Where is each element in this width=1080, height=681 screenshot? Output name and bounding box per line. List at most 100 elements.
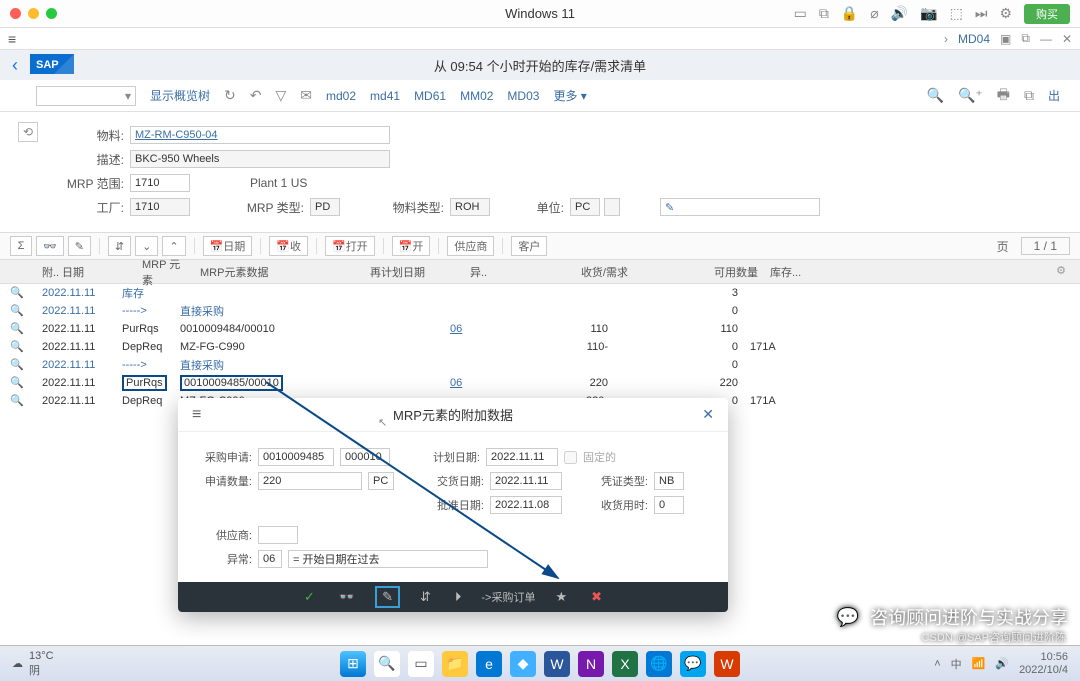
nav-icon[interactable]: ⏵ [451,587,466,607]
detail-icon[interactable]: 🔍 [10,304,24,317]
sap-app-icon[interactable]: ◆ [510,651,536,677]
edge2-icon[interactable]: 🌐 [646,651,672,677]
excel-icon[interactable]: X [612,651,638,677]
buy-button[interactable]: 购买 [1024,4,1070,24]
col-exception[interactable]: 异.. [464,264,494,280]
glasses-icon[interactable]: 👓 [36,236,64,256]
table-row[interactable]: 🔍2022.11.11PurRqs0010009485/000100622022… [0,374,1080,392]
detail-icon[interactable]: 🔍 [10,376,24,389]
col-available-qty[interactable]: 可用数量 [634,264,764,280]
open2-button[interactable]: 📅 开 [392,236,431,256]
mm02-link[interactable]: MM02 [460,89,493,103]
refresh-icon[interactable]: ↻ [224,87,236,104]
print-icon[interactable]: 🖶 [997,84,1010,108]
clock[interactable]: 10:562022/10/4 [1019,651,1068,675]
onenote-icon[interactable]: N [578,651,604,677]
nav-forward-icon[interactable]: › [944,32,948,46]
collapse-icon[interactable]: ⟲ [18,122,38,142]
ok-icon[interactable]: ✓ [300,587,319,607]
chat-icon[interactable]: 💬 [680,651,706,677]
detail-icon[interactable]: 🔍 [10,394,24,407]
close-window-icon[interactable] [10,8,21,19]
sound-icon[interactable]: 🔊 [891,5,908,22]
record-icon[interactable]: ⬚ [950,5,963,22]
open-button[interactable]: 📅 打开 [325,236,375,256]
vendor-button[interactable]: 供应商 [447,236,494,256]
new-window-icon[interactable]: ⧉ [1024,87,1034,104]
gear-icon[interactable]: ⚙ [999,5,1012,22]
table-row[interactable]: 🔍2022.11.11----->直接采购0 [0,302,1080,320]
cancel-icon[interactable]: ✖ [587,587,606,607]
collapse-all-icon[interactable]: ⌄ [135,236,158,256]
taskview-icon[interactable]: ▭ [408,651,434,677]
deldate-field[interactable]: 2022.11.11 [490,472,562,490]
edge-icon[interactable]: e [476,651,502,677]
start-icon[interactable]: ⊞ [340,651,366,677]
window-restore-icon[interactable]: ⧉ [1021,31,1030,46]
edit-highlighted-icon[interactable]: ✎ [375,586,400,608]
pr-number-field[interactable]: 0010009485 [258,448,334,466]
table-row[interactable]: 🔍2022.11.11DepReqMZ-FG-C990110-0171A [0,338,1080,356]
back-button[interactable]: ‹ [12,55,18,76]
sum-icon[interactable]: Σ [10,236,32,256]
skip-icon[interactable]: ⏭ [975,5,988,22]
tray-chevron-icon[interactable]: ˄ [934,658,940,670]
mail-icon[interactable]: ✉ [300,87,312,104]
reldate-field[interactable]: 2022.11.08 [490,496,562,514]
table-row[interactable]: 🔍2022.11.11----->直接采购0 [0,356,1080,374]
grid-settings-icon[interactable]: ⚙ [1056,264,1066,277]
popup-menu-icon[interactable]: ≡ [192,406,201,424]
weather-widget[interactable]: ☁ 13°C阴 [12,650,54,678]
wps-icon[interactable]: W [714,651,740,677]
detail-icon[interactable]: 🔍 [10,358,24,371]
date-filter-button[interactable]: 📅 日期 [203,236,253,256]
search-taskbar-icon[interactable]: 🔍 [374,651,400,677]
action-button[interactable]: ✎ [660,198,820,216]
search-plus-icon[interactable]: 🔍⁺ [958,87,983,104]
maximize-window-icon[interactable] [46,8,57,19]
col-storage[interactable]: 库存... [764,264,824,280]
vendor-field[interactable] [258,526,298,544]
pr-item-field[interactable]: 000010 [340,448,390,466]
command-input[interactable] [36,86,136,106]
receipt-button[interactable]: 📅 收 [269,236,308,256]
po-link[interactable]: ->采购订单 [481,589,535,605]
star-icon[interactable]: ★ [551,587,571,607]
material-field[interactable]: MZ-RM-C950-04 [130,126,390,144]
detail-icon[interactable]: 🔍 [10,340,24,353]
qty-field[interactable]: 220 [258,472,362,490]
back-arrow-icon[interactable]: ↶ [250,87,262,104]
md61-link[interactable]: MD61 [414,89,446,103]
plandate-field[interactable]: 2022.11.11 [486,448,558,466]
disk-icon[interactable]: ⌀ [870,5,878,22]
expand-all-icon[interactable]: ⌃ [162,236,185,256]
ime-icon[interactable]: 中 [951,656,962,672]
search-icon[interactable]: 🔍 [927,87,944,104]
tablet-icon[interactable]: ⧉ [819,5,829,22]
tree-icon[interactable]: ⇵ [108,236,131,256]
volume-icon[interactable]: 🔊 [995,657,1009,670]
mrparea-field[interactable]: 1710 [130,174,190,192]
close-icon[interactable]: — [1040,32,1052,46]
exit-link[interactable]: 出 [1048,87,1060,104]
camera-icon[interactable]: 📷 [920,5,937,22]
hamburger-icon[interactable]: ≡ [8,31,16,47]
explorer-icon[interactable]: 📁 [442,651,468,677]
col-replan[interactable]: 再计划日期 [364,264,464,280]
col-receipt-req[interactable]: 收货/需求 [494,264,634,280]
md41-link[interactable]: md41 [370,89,400,103]
col-attach[interactable]: 附.. [36,264,56,280]
filter-icon[interactable]: ▽ [275,87,286,104]
edit-icon[interactable]: ✎ [68,236,91,256]
popup-close-button[interactable]: ✕ [702,406,714,423]
col-date[interactable]: 日期 [56,264,136,280]
table-row[interactable]: 🔍2022.11.11库存3 [0,284,1080,302]
customer-button[interactable]: 客户 [511,236,547,256]
minimize-window-icon[interactable] [28,8,39,19]
col-mrp-data[interactable]: MRP元素数据 [194,264,364,280]
md02-link[interactable]: md02 [326,89,356,103]
detail-icon[interactable]: 🔍 [10,322,24,335]
table-row[interactable]: 🔍2022.11.11PurRqs0010009484/000100611011… [0,320,1080,338]
exit-icon[interactable]: ✕ [1062,32,1072,46]
glasses-icon[interactable]: 👓 [335,587,359,607]
